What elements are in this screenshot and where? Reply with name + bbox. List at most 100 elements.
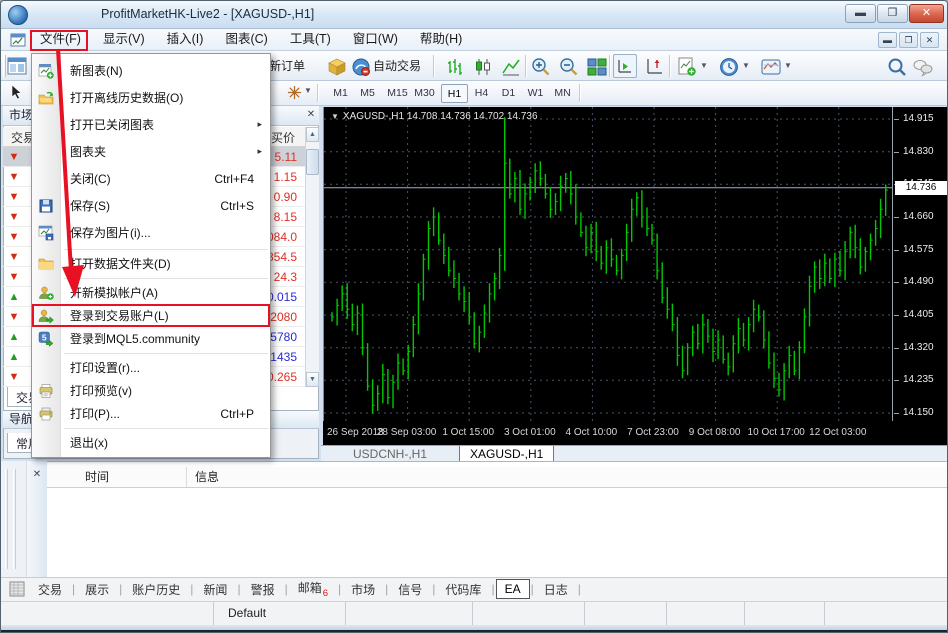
terminal-tab-警报[interactable]: 警报 bbox=[242, 579, 284, 600]
terminal-tab-交易[interactable]: 交易 bbox=[29, 579, 71, 600]
package-icon[interactable] bbox=[327, 57, 347, 77]
toolbar-gripper[interactable] bbox=[3, 55, 6, 77]
mdi-restore-button[interactable]: ❐ bbox=[899, 32, 918, 48]
restore-button[interactable]: ❐ bbox=[877, 4, 908, 23]
terminal-tab-新闻[interactable]: 新闻 bbox=[194, 579, 236, 600]
terminal-tab-信号[interactable]: 信号 bbox=[389, 579, 431, 600]
file-menu-item-label: 退出(x) bbox=[60, 434, 264, 451]
terminal-tab-市场[interactable]: 市场 bbox=[342, 579, 384, 600]
file-menu-item[interactable]: 打开数据文件夹(D) bbox=[32, 252, 270, 275]
indicators-icon[interactable] bbox=[677, 57, 697, 77]
file-menu-item[interactable]: 打印(P)...Ctrl+P bbox=[32, 402, 270, 425]
file-menu-item[interactable]: 打开离线历史数据(O) bbox=[32, 84, 270, 111]
templates-dropdown-icon[interactable]: ▼ bbox=[784, 51, 792, 81]
price-scale[interactable]: 14.91514.83014.74514.66014.57514.49014.4… bbox=[892, 107, 948, 421]
arrow-down-icon: ▼ bbox=[3, 191, 25, 203]
scroll-down-icon[interactable]: ▼ bbox=[306, 372, 319, 387]
time-tick-label: 3 Oct 01:00 bbox=[504, 427, 556, 438]
menubar-item[interactable]: 显示(V) bbox=[92, 29, 156, 51]
timeframe-H4[interactable]: H4 bbox=[468, 84, 495, 103]
file-menu-item[interactable]: 图表夹▸ bbox=[32, 138, 270, 165]
profiles-icon[interactable] bbox=[7, 56, 27, 76]
timeframe-M5[interactable]: M5 bbox=[354, 84, 381, 103]
file-menu-item[interactable]: 新图表(N) bbox=[32, 57, 270, 84]
timeframe-MN[interactable]: MN bbox=[549, 84, 576, 103]
time-scale[interactable]: 26 Sep 201828 Sep 03:001 Oct 15:003 Oct … bbox=[323, 421, 948, 445]
menubar-item[interactable]: 窗口(W) bbox=[342, 29, 409, 51]
market-watch-close-icon[interactable]: ✕ bbox=[305, 109, 317, 121]
arrow-down-icon: ▼ bbox=[3, 311, 25, 323]
terminal-tab-日志[interactable]: 日志 bbox=[535, 579, 577, 600]
chart-shift-button[interactable] bbox=[645, 57, 665, 77]
chat-icon[interactable] bbox=[913, 57, 933, 77]
terminal-header: 时间 信息 bbox=[47, 467, 948, 488]
autotrading-icon[interactable] bbox=[351, 57, 371, 77]
terminal-close-icon[interactable]: ✕ bbox=[31, 469, 43, 481]
terminal-tab-代码库[interactable]: 代码库 bbox=[436, 579, 490, 600]
time-tick-label: 28 Sep 03:00 bbox=[377, 427, 437, 438]
scrollbar-thumb[interactable] bbox=[306, 149, 319, 175]
tile-windows-icon[interactable] bbox=[587, 57, 607, 77]
menubar-item[interactable]: 插入(I) bbox=[156, 29, 215, 51]
timeframe-M1[interactable]: M1 bbox=[327, 84, 354, 103]
chevron-down-icon[interactable]: ▼ bbox=[331, 112, 339, 121]
close-button[interactable]: ✕ bbox=[909, 4, 944, 23]
market-watch-scrollbar[interactable]: ▲ ▼ bbox=[305, 127, 319, 387]
file-menu-item[interactable]: 保存(S)Ctrl+S bbox=[32, 192, 270, 219]
bar-chart-type-icon[interactable] bbox=[445, 57, 465, 77]
terminal-tabs: 交易|展示|账户历史|新闻|警报|邮箱6|市场|信号|代码库|EA|日志| bbox=[29, 577, 582, 601]
file-menu-item[interactable]: 打印设置(r)... bbox=[32, 356, 270, 379]
file-menu-item[interactable]: 关闭(C)Ctrl+F4 bbox=[32, 165, 270, 192]
file-menu-item[interactable]: 打印预览(v) bbox=[32, 379, 270, 402]
terminal-tab-邮箱[interactable]: 邮箱6 bbox=[289, 577, 337, 600]
file-menu-item[interactable]: 登录到交易账户(L) bbox=[32, 304, 270, 327]
chart-area[interactable] bbox=[323, 107, 892, 421]
candlestick-type-icon[interactable] bbox=[473, 57, 493, 77]
status-profile[interactable]: Default bbox=[214, 602, 346, 625]
autotrading-button[interactable]: 自动交易 bbox=[373, 51, 421, 81]
search-icon[interactable] bbox=[887, 57, 907, 77]
arrows-shapes-icon[interactable] bbox=[287, 85, 302, 100]
timeframe-M30[interactable]: M30 bbox=[411, 84, 438, 103]
mdi-minimize-button[interactable]: ▬ bbox=[878, 32, 897, 48]
chart-window-icon bbox=[10, 32, 26, 48]
file-menu-item[interactable]: 5登录到MQL5.community bbox=[32, 327, 270, 350]
terminal-tab-EA[interactable]: EA bbox=[496, 579, 530, 599]
periods-dropdown-icon[interactable]: ▼ bbox=[742, 51, 750, 81]
menubar-item[interactable]: 图表(C) bbox=[214, 29, 278, 51]
zoom-out-icon[interactable] bbox=[559, 57, 579, 77]
file-menu-item[interactable]: 开新模拟帐户(A) bbox=[32, 281, 270, 304]
message-column-header[interactable]: 信息 bbox=[187, 467, 948, 487]
templates-icon[interactable] bbox=[761, 57, 781, 77]
new-order-button[interactable]: 新订单 bbox=[269, 51, 305, 81]
menubar-item[interactable]: 工具(T) bbox=[279, 29, 342, 51]
file-menu-dropdown: 新图表(N)打开离线历史数据(O)打开已关闭图表▸图表夹▸关闭(C)Ctrl+F… bbox=[31, 53, 271, 458]
cursor-icon[interactable] bbox=[9, 84, 25, 100]
terminal-tab-展示[interactable]: 展示 bbox=[76, 579, 118, 600]
mdi-close-button[interactable]: ✕ bbox=[920, 32, 939, 48]
panel-gripper[interactable] bbox=[5, 469, 8, 569]
zoom-in-icon[interactable] bbox=[531, 57, 551, 77]
menubar-item[interactable]: 帮助(H) bbox=[409, 29, 473, 51]
file-menu-item[interactable]: 打开已关闭图表▸ bbox=[32, 111, 270, 138]
terminal-tab-账户历史[interactable]: 账户历史 bbox=[123, 579, 189, 600]
indicators-dropdown-icon[interactable]: ▼ bbox=[700, 51, 708, 81]
periods-clock-icon[interactable] bbox=[719, 57, 739, 77]
title-bar[interactable]: ProfitMarketHK-Live2 - [XAGUSD-,H1] ▬ ❐ … bbox=[1, 1, 948, 29]
chart-info-line[interactable]: ▼XAGUSD-,H1 14.708 14.736 14.702 14.736 bbox=[331, 111, 538, 122]
file-menu-item[interactable]: 保存为图片(i)... bbox=[32, 219, 270, 246]
timeframe-W1[interactable]: W1 bbox=[522, 84, 549, 103]
timeframe-H1[interactable]: H1 bbox=[441, 84, 468, 103]
bid-column-header[interactable]: 买价 bbox=[271, 127, 305, 146]
panel-gripper[interactable] bbox=[13, 469, 16, 569]
line-chart-type-icon[interactable] bbox=[501, 57, 521, 77]
file-menu-item[interactable]: 退出(x) bbox=[32, 431, 270, 454]
shapes-dropdown-icon[interactable]: ▼ bbox=[304, 76, 312, 106]
scroll-up-icon[interactable]: ▲ bbox=[306, 127, 319, 142]
journal-panel-icon[interactable] bbox=[9, 581, 25, 597]
chart-shift-end-button[interactable] bbox=[613, 54, 637, 78]
time-column-header[interactable]: 时间 bbox=[47, 467, 187, 487]
minimize-button[interactable]: ▬ bbox=[845, 4, 876, 23]
timeframe-M15[interactable]: M15 bbox=[384, 84, 411, 103]
timeframe-D1[interactable]: D1 bbox=[495, 84, 522, 103]
